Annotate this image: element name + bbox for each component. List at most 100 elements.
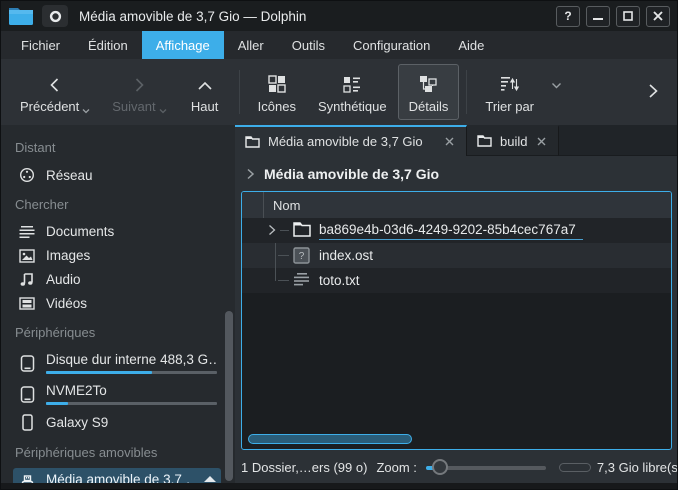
sidebar-item-label: Audio: [46, 272, 217, 287]
caret-down-icon: [82, 108, 90, 114]
sidebar-item-disque-dur[interactable]: Disque dur interne 488,3 G…: [13, 348, 221, 378]
tab-label: build: [500, 134, 527, 149]
compact-view-icon: [343, 71, 361, 93]
chevron-left-icon: [47, 71, 63, 93]
network-icon: [18, 167, 36, 183]
menu-fichier[interactable]: Fichier: [7, 31, 74, 59]
file-name[interactable]: toto.txt: [319, 273, 360, 288]
status-bar: 1 Dossier,…ers (99 o) Zoom : 7,3 Gio lib…: [235, 452, 677, 483]
folder-blue-icon: [8, 6, 34, 26]
file-row-index-ost[interactable]: ? index.ost: [242, 243, 671, 268]
ring-icon: [49, 10, 62, 23]
breadcrumb-location[interactable]: Média amovible de 3,7 Gio: [264, 166, 439, 182]
free-space-label: 7,3 Gio libre(s): [597, 460, 678, 475]
close-icon: [653, 11, 663, 21]
toolbar-overflow-button[interactable]: [637, 79, 669, 106]
folder-icon: [293, 222, 311, 240]
details-view-label: Détails: [409, 99, 449, 114]
main-view: Média amovible de 3,7 Gio build: [235, 125, 677, 483]
hard-drive-icon: [18, 386, 36, 403]
eject-button[interactable]: [203, 474, 217, 483]
forward-button[interactable]: Suivant: [101, 64, 177, 120]
sidebar-item-label: Galaxy S9: [46, 415, 217, 430]
zoom-slider-handle[interactable]: [432, 459, 448, 475]
tab-close-button[interactable]: [535, 135, 548, 148]
chevron-right-icon: [246, 168, 255, 180]
close-icon: [537, 137, 546, 146]
sidebar-item-label: Réseau: [46, 168, 217, 183]
icons-view-label: Icônes: [258, 99, 296, 114]
tree-line: [275, 268, 276, 281]
compact-view-button[interactable]: Synthétique: [307, 64, 398, 120]
menu-configuration[interactable]: Configuration: [339, 31, 444, 59]
zoom-slider[interactable]: [426, 458, 546, 477]
sort-label: Trier par: [485, 99, 534, 114]
usb-stick-icon: [18, 475, 36, 484]
icons-view-button[interactable]: Icônes: [247, 64, 307, 120]
chevron-right-icon: [647, 83, 659, 99]
sidebar-item-documents[interactable]: Documents: [13, 220, 221, 243]
sidebar-item-images[interactable]: Images: [13, 244, 221, 267]
tab-build[interactable]: build: [467, 125, 559, 156]
toolbar-separator: [466, 70, 467, 114]
svg-text:?: ?: [299, 251, 305, 262]
tab-media-amovible[interactable]: Média amovible de 3,7 Gio: [235, 125, 467, 156]
caret-down-icon[interactable]: [551, 82, 562, 89]
back-button[interactable]: Précédent: [9, 64, 101, 120]
help-button[interactable]: ?: [556, 6, 580, 27]
file-row-folder[interactable]: ba869e4b-03d6-4249-9202-85b4cec767a7: [242, 218, 671, 243]
file-row-toto-txt[interactable]: toto.txt: [242, 268, 671, 293]
document-lines-icon: [18, 225, 36, 239]
menu-outils[interactable]: Outils: [278, 31, 339, 59]
sidebar-scrollbar[interactable]: [225, 311, 233, 481]
window-bottom-edge: [1, 483, 677, 489]
sidebar-item-label: Disque dur interne 488,3 G…: [46, 352, 217, 367]
section-chercher: Chercher: [1, 188, 235, 219]
menu-affichage[interactable]: Affichage: [142, 31, 224, 59]
menu-aide[interactable]: Aide: [444, 31, 498, 59]
smartphone-icon: [18, 414, 36, 431]
sidebar-item-galaxy-s9[interactable]: Galaxy S9: [13, 410, 221, 435]
sort-button[interactable]: Trier par: [474, 64, 545, 120]
sidebar-item-label: Média amovible de 3,7 …: [46, 472, 189, 483]
chevron-right-icon: [131, 71, 147, 93]
close-button[interactable]: [646, 6, 670, 27]
window-title: Média amovible de 3,7 Gio — Dolphin: [79, 9, 306, 24]
tab-close-button[interactable]: [443, 135, 456, 148]
sidebar-item-videos[interactable]: Vidéos: [13, 292, 221, 315]
view-container: Nom ba869e4b-03d6-424: [235, 191, 677, 452]
details-view-button[interactable]: Détails: [398, 64, 460, 120]
sidebar-item-audio[interactable]: Audio: [13, 268, 221, 291]
sidebar-item-label: Documents: [46, 224, 217, 239]
expand-arrow-icon[interactable]: [268, 224, 276, 239]
breadcrumb[interactable]: Média amovible de 3,7 Gio: [235, 156, 677, 191]
column-header-row: Nom: [242, 192, 671, 218]
file-name[interactable]: ba869e4b-03d6-4249-9202-85b4cec767a7: [319, 222, 583, 240]
video-icon: [18, 297, 36, 310]
sidebar-item-media-amovible[interactable]: Média amovible de 3,7 …: [13, 468, 221, 483]
tree-line: [275, 243, 276, 268]
sidebar-item-label: Images: [46, 248, 217, 263]
chevron-up-icon: [197, 71, 213, 93]
minimize-icon: [593, 11, 603, 21]
pin-button[interactable]: [42, 5, 68, 27]
menu-edition[interactable]: Édition: [74, 31, 142, 59]
sidebar-item-nvme2to[interactable]: NVME2To: [13, 379, 221, 409]
zoom-label: Zoom :: [376, 460, 416, 475]
file-name[interactable]: index.ost: [319, 248, 373, 263]
menubar: Fichier Édition Affichage Aller Outils C…: [1, 31, 677, 59]
menu-aller[interactable]: Aller: [224, 31, 278, 59]
file-list-empty-area: [242, 293, 671, 432]
image-icon: [18, 249, 36, 263]
content-area: Distant Réseau Chercher: [1, 125, 677, 483]
column-header-nom[interactable]: Nom: [264, 198, 300, 213]
up-button[interactable]: Haut: [178, 64, 232, 120]
tree-line: [278, 255, 289, 256]
minimize-button[interactable]: [586, 6, 610, 27]
horizontal-scrollbar-thumb[interactable]: [248, 434, 412, 444]
horizontal-scrollbar: [245, 432, 668, 446]
maximize-button[interactable]: [616, 6, 640, 27]
sort-icon: [500, 71, 519, 93]
sidebar-item-reseau[interactable]: Réseau: [13, 163, 221, 187]
sidebar-item-label: NVME2To: [46, 383, 217, 398]
